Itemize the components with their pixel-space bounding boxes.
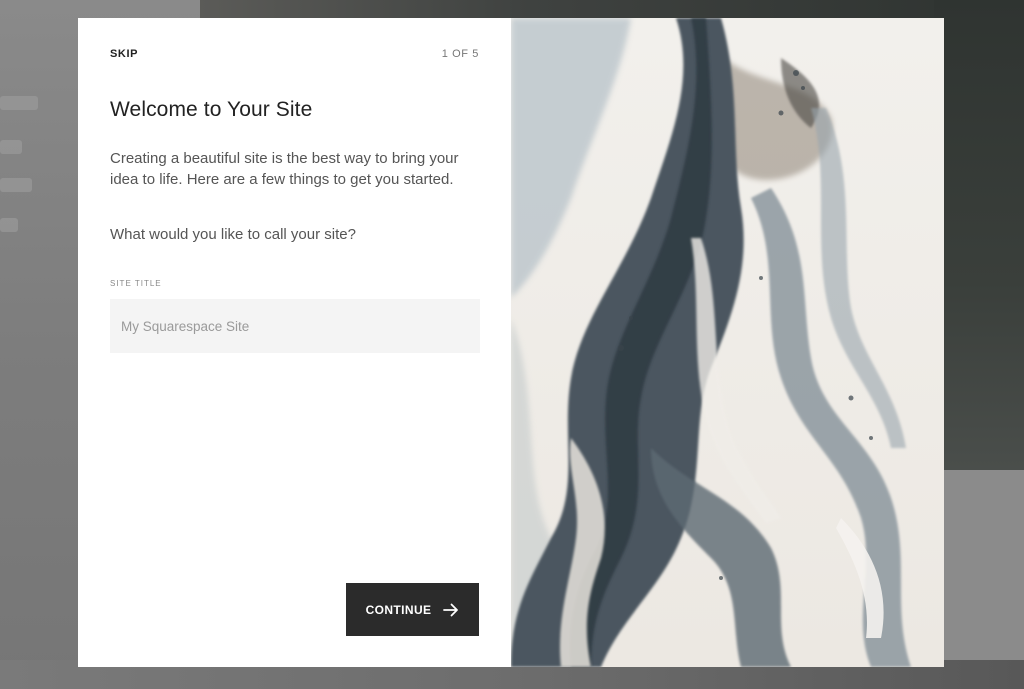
backdrop-ghost-text (0, 178, 32, 192)
marble-art-image (511, 18, 944, 667)
backdrop-right (934, 0, 1024, 470)
site-title-input[interactable] (110, 299, 480, 353)
welcome-modal: SKIP 1 OF 5 Welcome to Your Site Creatin… (78, 18, 944, 667)
site-title-label: SITE TITLE (110, 279, 162, 288)
modal-description: Creating a beautiful site is the best wa… (110, 150, 459, 188)
backdrop-ghost-text (0, 140, 22, 154)
backdrop-right-lower (934, 470, 1024, 689)
continue-label: CONTINUE (365, 602, 432, 617)
site-name-question: What would you like to call your site? (110, 226, 356, 243)
hero-image (511, 18, 944, 667)
continue-button[interactable]: CONTINUE (346, 583, 479, 636)
backdrop-ghost-text (0, 218, 18, 232)
step-counter: 1 OF 5 (441, 48, 479, 60)
modal-title: Welcome to Your Site (110, 98, 313, 121)
backdrop-ghost-text (0, 96, 38, 110)
arrow-right-icon (443, 603, 459, 616)
modal-content-panel: SKIP 1 OF 5 Welcome to Your Site Creatin… (78, 18, 511, 667)
skip-link[interactable]: SKIP (110, 48, 138, 60)
